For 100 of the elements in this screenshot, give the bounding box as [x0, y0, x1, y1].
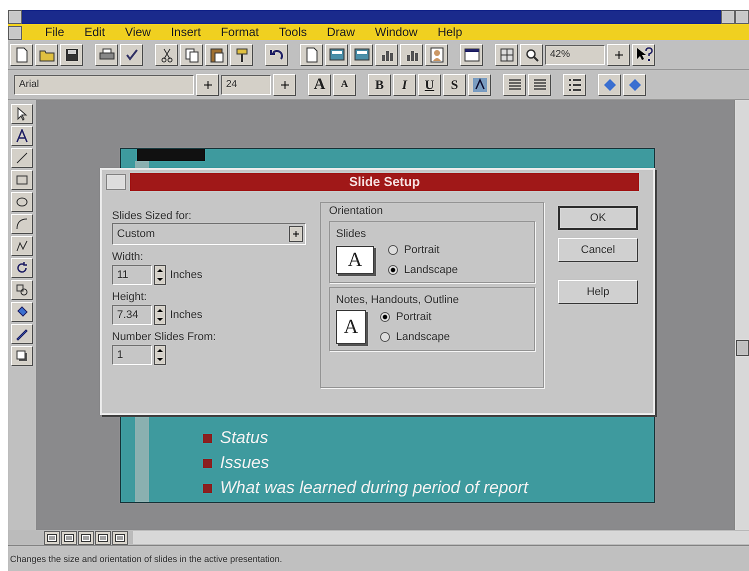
menu-item[interactable]: Format	[220, 25, 260, 39]
spin-arrows-icon[interactable]	[154, 345, 166, 365]
toolbar-button[interactable]	[35, 44, 58, 66]
spin-field[interactable]: 11	[112, 265, 152, 285]
radio-option[interactable]: Portrait	[388, 244, 458, 256]
pointer-icon	[15, 107, 29, 121]
toolbar-button[interactable]	[468, 74, 491, 96]
radio-button[interactable]	[380, 332, 390, 342]
menu-item[interactable]: Edit	[83, 25, 106, 39]
decrease-font-button[interactable]: A	[333, 74, 356, 96]
menu-item[interactable]: Draw	[326, 25, 356, 39]
toolbar-button[interactable]	[205, 44, 228, 66]
view-button[interactable]	[112, 530, 128, 544]
toolbar-button[interactable]	[598, 74, 621, 96]
spin-field[interactable]: 7.34	[112, 305, 152, 325]
toolbar-button[interactable]	[60, 44, 83, 66]
copy-icon	[184, 46, 200, 62]
toolbar-button[interactable]	[350, 44, 373, 66]
spin-arrows-icon[interactable]	[154, 305, 166, 325]
spin-arrows-icon[interactable]	[154, 265, 166, 285]
toolbar-button[interactable]	[325, 44, 348, 66]
radio-button[interactable]	[388, 265, 398, 275]
drawing-tool-button[interactable]	[11, 346, 33, 366]
drawing-tool-button[interactable]	[11, 236, 33, 256]
dropdown-button[interactable]	[607, 44, 630, 66]
toolbar-button[interactable]	[400, 44, 423, 66]
vertical-scrollbar[interactable]	[734, 100, 749, 530]
drawing-tool-button[interactable]	[11, 302, 33, 322]
fill-icon	[15, 305, 29, 319]
drawing-tool-button[interactable]	[11, 126, 33, 146]
spin-field[interactable]: 1	[112, 345, 152, 365]
dialog-button[interactable]: Help	[558, 280, 638, 304]
person-icon	[428, 46, 444, 62]
radio-option[interactable]: Landscape	[380, 331, 450, 343]
toolbar-button[interactable]	[10, 44, 33, 66]
group-label: Orientation	[329, 205, 384, 217]
help-button[interactable]	[632, 44, 655, 66]
menu-item[interactable]: Insert	[170, 25, 202, 39]
toolbar-button[interactable]	[503, 74, 526, 96]
toolbar-button[interactable]	[375, 44, 398, 66]
menu-item[interactable]: Window	[374, 25, 419, 39]
drawing-tool-button[interactable]	[11, 214, 33, 234]
radio-button[interactable]	[380, 312, 390, 322]
font-size-field[interactable]: 24	[221, 74, 271, 94]
menu-item[interactable]: Help	[436, 25, 464, 39]
toolbar-button[interactable]	[155, 44, 178, 66]
radio-option[interactable]: Landscape	[388, 264, 458, 276]
style-button[interactable]: I	[393, 74, 416, 96]
menu-item[interactable]: Tools	[278, 25, 308, 39]
toolbar-button[interactable]	[425, 44, 448, 66]
drawing-tool-button[interactable]	[11, 258, 33, 278]
toolbar-button[interactable]	[563, 74, 586, 96]
font-field[interactable]: Arial	[14, 74, 194, 94]
slide-title-bar	[137, 149, 205, 161]
view-button[interactable]	[78, 530, 94, 544]
drawing-tool-button[interactable]	[11, 104, 33, 124]
drawing-tool-button[interactable]	[11, 192, 33, 212]
drawing-tool-button[interactable]	[11, 324, 33, 344]
view-button[interactable]	[44, 530, 60, 544]
dialog-button[interactable]: OK	[558, 206, 638, 230]
radio-option[interactable]: Portrait	[380, 311, 450, 323]
menu-item[interactable]: File	[44, 25, 66, 39]
shadow-icon	[15, 349, 29, 363]
toolbar-button[interactable]	[265, 44, 288, 66]
increase-font-button[interactable]: A	[308, 74, 331, 96]
view-button[interactable]	[95, 530, 111, 544]
style-button[interactable]: U	[418, 74, 441, 96]
bullet-text: Issues	[220, 453, 270, 473]
toolbar-button[interactable]	[230, 44, 253, 66]
style-button[interactable]: B	[368, 74, 391, 96]
toolbar-button[interactable]	[120, 44, 143, 66]
group-label: Slides	[336, 228, 366, 240]
toolbar-button[interactable]	[95, 44, 118, 66]
view-icon	[64, 534, 74, 542]
radio-button[interactable]	[388, 245, 398, 255]
toolbar-button[interactable]	[495, 44, 518, 66]
drawing-tool-button[interactable]	[11, 148, 33, 168]
view-button[interactable]	[61, 530, 77, 544]
toolbar-button[interactable]	[623, 74, 646, 96]
toolbar-button[interactable]	[520, 44, 543, 66]
drawing-tool-button[interactable]	[11, 170, 33, 190]
menu-item[interactable]: View	[124, 25, 152, 39]
toolbar-button[interactable]	[300, 44, 323, 66]
zoom-field[interactable]: 42%	[545, 44, 605, 64]
toolbar-button[interactable]	[180, 44, 203, 66]
dialog-button[interactable]: Cancel	[558, 238, 638, 262]
scissors-icon	[158, 46, 174, 62]
text-color-icon	[472, 76, 488, 92]
toolbar-button[interactable]	[460, 44, 483, 66]
bullet-square-icon	[203, 434, 212, 442]
dropdown-button[interactable]	[196, 74, 219, 96]
style-button[interactable]: S	[443, 74, 466, 96]
bullet-text: What was learned during period of report	[220, 478, 528, 498]
view-icon	[47, 534, 57, 542]
horizontal-scrollbar[interactable]	[133, 531, 749, 544]
slide-size-dropdown[interactable]: Custom	[112, 223, 306, 245]
toolbar-button[interactable]	[528, 74, 551, 96]
dropdown-button[interactable]	[273, 74, 296, 96]
drawing-tool-button[interactable]	[11, 280, 33, 300]
rotate-icon	[15, 261, 29, 275]
